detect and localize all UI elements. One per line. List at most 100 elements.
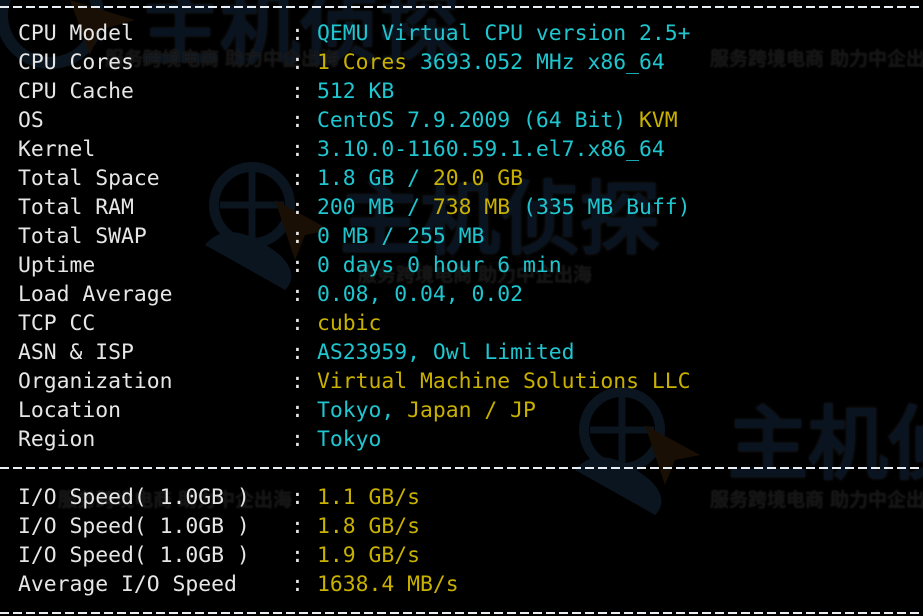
field-value: 1.8 GB / 20.0 GB	[317, 164, 523, 193]
field-label: I/O Speed( 1.0GB )	[18, 514, 250, 539]
field-value: 512 KB	[317, 77, 394, 106]
value-segment: KVM	[626, 108, 678, 133]
terminal-line: Total RAM:200 MB / 738 MB (335 MB Buff)	[0, 193, 923, 222]
value-segment: CentOS 7.9.2009 (64 Bit)	[317, 108, 627, 133]
field-value: cubic	[317, 309, 381, 338]
field-separator: :	[291, 398, 304, 423]
value-segment: Japan / JP	[407, 398, 536, 423]
value-segment: 1.9 GB/s	[317, 543, 421, 568]
field-separator: :	[291, 50, 304, 75]
field-separator: :	[291, 311, 304, 336]
terminal-line: CPU Cache:512 KB	[0, 77, 923, 106]
field-separator: :	[291, 21, 304, 46]
field-separator: :	[291, 166, 304, 191]
field-label: Uptime	[18, 253, 96, 278]
field-label: CPU Cache	[18, 79, 134, 104]
field-value: Tokyo	[317, 425, 381, 454]
field-label: ASN & ISP	[18, 340, 134, 365]
value-segment: 20.0 GB	[432, 166, 524, 191]
value-segment: Virtual Machine Solutions LLC	[317, 369, 691, 394]
value-segment: 0 MB / 255 MB	[317, 224, 485, 249]
field-separator: :	[291, 427, 304, 452]
value-segment: 0 days 0 hour 6 min	[317, 253, 562, 278]
terminal-line: CPU Cores:1 Cores 3693.052 MHz x86_64	[0, 48, 923, 77]
terminal-line: ASN & ISP: AS23959, Owl Limited	[0, 338, 923, 367]
field-label: CPU Cores	[18, 50, 134, 75]
field-value: QEMU Virtual CPU version 2.5+	[317, 19, 690, 48]
field-separator: :	[291, 224, 304, 249]
terminal-line: Average I/O Speed:1638.4 MB/s	[0, 570, 923, 599]
terminal-line: Location: Tokyo, Japan / JP	[0, 396, 923, 425]
terminal-line: I/O Speed( 1.0GB ):1.8 GB/s	[0, 512, 923, 541]
field-value: 1.8 GB/s	[317, 512, 420, 541]
value-segment: 3.10.0-1160.59.1.el7.x86_64	[317, 137, 665, 162]
field-value: Tokyo, Japan / JP	[317, 396, 536, 425]
value-segment: 1.8 GB /	[317, 166, 433, 191]
field-separator: :	[291, 79, 304, 104]
field-label: Organization	[18, 369, 173, 394]
field-separator: :	[291, 543, 304, 568]
field-label: OS	[18, 108, 44, 133]
field-value: CentOS 7.9.2009 (64 Bit) KVM	[317, 106, 678, 135]
terminal-line: Total Space:1.8 GB / 20.0 GB	[0, 164, 923, 193]
field-label: Total SWAP	[18, 224, 147, 249]
field-value: 1.1 GB/s	[317, 483, 420, 512]
field-value: 0.08, 0.04, 0.02	[317, 280, 523, 309]
field-value: 0 MB / 255 MB	[317, 222, 484, 251]
separator-line	[0, 612, 923, 614]
value-segment: 3693.052 MHz x86_64	[407, 50, 665, 75]
terminal-line: Region: Tokyo	[0, 425, 923, 454]
value-segment: 738 MB	[432, 195, 511, 220]
terminal-line: CPU Model: QEMU Virtual CPU version 2.5+	[0, 19, 923, 48]
value-segment: Tokyo	[317, 427, 382, 452]
terminal-line: Load Average:0.08, 0.04, 0.02	[0, 280, 923, 309]
value-segment: 1 Cores	[317, 50, 408, 75]
field-separator: :	[291, 514, 304, 539]
terminal-line: I/O Speed( 1.0GB ):1.1 GB/s	[0, 483, 923, 512]
separator-line	[0, 467, 923, 469]
value-segment: Tokyo,	[317, 398, 408, 423]
field-label: Location	[18, 398, 122, 423]
terminal-line: TCP CC: cubic	[0, 309, 923, 338]
field-label: Load Average	[18, 282, 173, 307]
field-label: Average I/O Speed	[18, 572, 237, 597]
separator-line	[0, 6, 923, 8]
field-value: 1 Cores 3693.052 MHz x86_64	[317, 48, 665, 77]
field-value: 1.9 GB/s	[317, 541, 420, 570]
terminal-window[interactable]: 主机侦探 服务跨境电商 助力中企出海 服务跨境电商 助力中企出海 主机侦探 服务…	[0, 0, 923, 616]
terminal-line: OS: CentOS 7.9.2009 (64 Bit) KVM	[0, 106, 923, 135]
field-value: 0 days 0 hour 6 min	[317, 251, 562, 280]
field-separator: :	[291, 340, 304, 365]
value-segment: 200 MB /	[317, 195, 433, 220]
value-segment: 1.8 GB/s	[317, 514, 421, 539]
field-separator: :	[291, 282, 304, 307]
value-segment: QEMU Virtual CPU version 2.5+	[317, 21, 691, 46]
field-separator: :	[291, 572, 304, 597]
field-label: TCP CC	[18, 311, 96, 336]
field-value: AS23959, Owl Limited	[317, 338, 575, 367]
field-value: 200 MB / 738 MB (335 MB Buff)	[317, 193, 690, 222]
field-separator: :	[291, 108, 304, 133]
field-label: I/O Speed( 1.0GB )	[18, 543, 250, 568]
terminal-line: Total SWAP:0 MB / 255 MB	[0, 222, 923, 251]
terminal-line: I/O Speed( 1.0GB ):1.9 GB/s	[0, 541, 923, 570]
terminal-line: Uptime:0 days 0 hour 6 min	[0, 251, 923, 280]
value-segment: AS23959, Owl Limited	[317, 340, 575, 365]
field-value: 1638.4 MB/s	[317, 570, 459, 599]
field-label: Kernel	[18, 137, 96, 162]
field-separator: :	[291, 253, 304, 278]
value-segment: 512 KB	[317, 79, 395, 104]
value-segment: 0.08, 0.04, 0.02	[317, 282, 524, 307]
field-value: Virtual Machine Solutions LLC	[317, 367, 690, 396]
terminal-line: Organization: Virtual Machine Solutions L…	[0, 367, 923, 396]
terminal-line: Kernel:3.10.0-1160.59.1.el7.x86_64	[0, 135, 923, 164]
field-separator: :	[291, 137, 304, 162]
field-label: Region	[18, 427, 96, 452]
field-label: Total Space	[18, 166, 160, 191]
value-segment: 1.1 GB/s	[317, 485, 421, 510]
field-separator: :	[291, 485, 304, 510]
field-separator: :	[291, 195, 304, 220]
field-value: 3.10.0-1160.59.1.el7.x86_64	[317, 135, 665, 164]
field-label: Total RAM	[18, 195, 134, 220]
field-label: CPU Model	[18, 21, 134, 46]
